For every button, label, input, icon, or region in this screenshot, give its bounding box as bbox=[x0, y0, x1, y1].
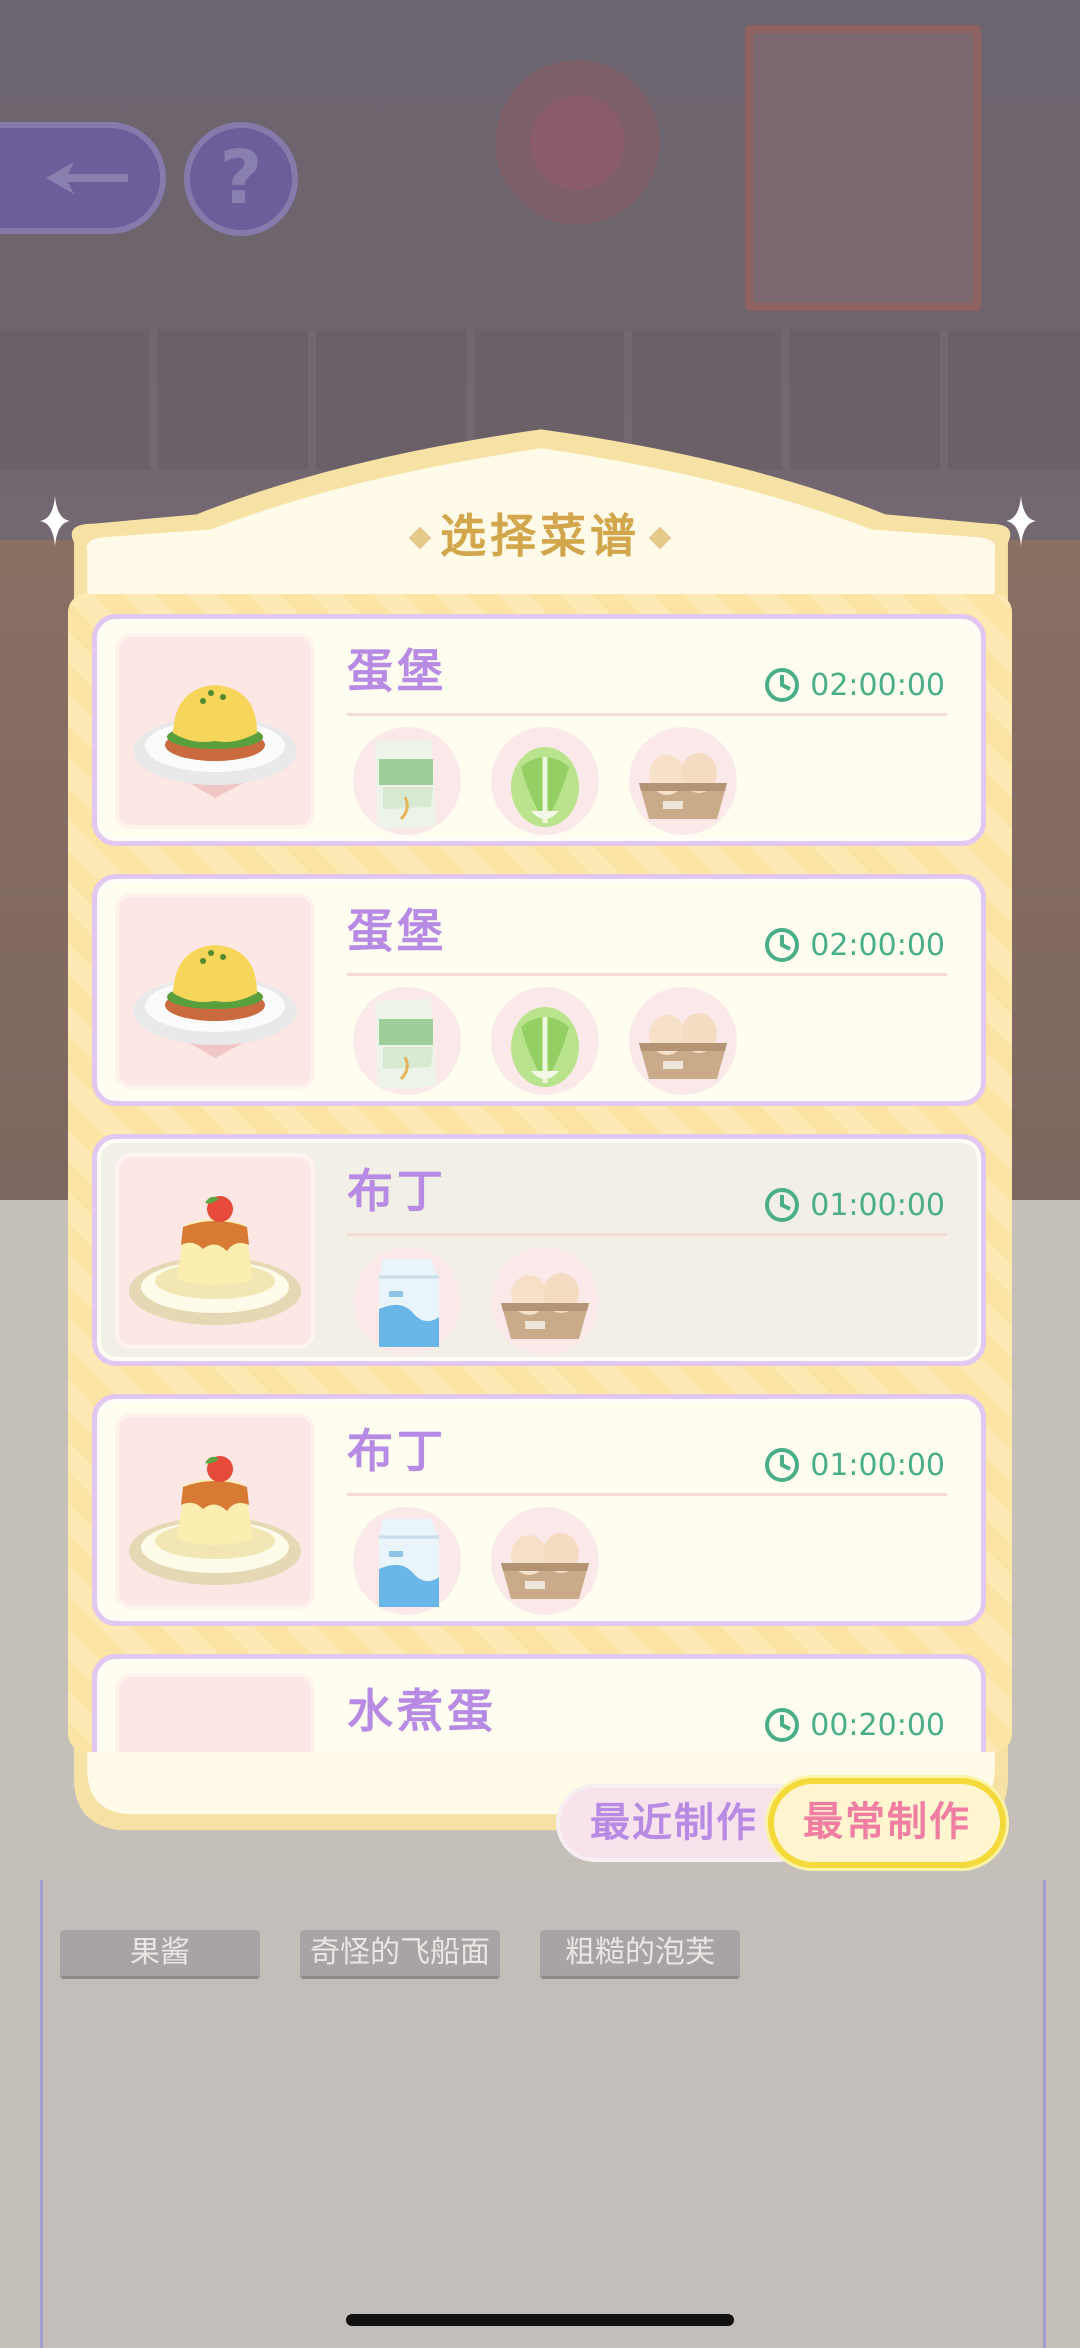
recipe-name: 蛋堡 bbox=[347, 644, 447, 698]
pudding-icon bbox=[115, 1153, 315, 1349]
wall-picture-frame bbox=[745, 25, 981, 311]
cook-time-value: 00:20:00 bbox=[810, 1707, 945, 1743]
home-indicator[interactable] bbox=[346, 2314, 734, 2326]
divider bbox=[347, 973, 947, 976]
recipe-card[interactable]: 布丁 01:00:00 bbox=[92, 1394, 986, 1626]
recipe-name: 布丁 bbox=[347, 1164, 447, 1218]
dialog-title: 选择菜谱 bbox=[440, 509, 640, 563]
cook-time-value: 01:00:00 bbox=[810, 1187, 945, 1223]
background-item-label: 奇怪的飞船面 bbox=[300, 1930, 500, 1979]
flour-icon bbox=[353, 987, 461, 1095]
boiled-egg-icon bbox=[115, 1673, 315, 1752]
clock-icon bbox=[765, 928, 800, 962]
cabbage-icon bbox=[491, 987, 599, 1095]
egg-burger-icon bbox=[115, 893, 315, 1089]
flour-icon bbox=[353, 727, 461, 835]
back-arrow-icon bbox=[46, 162, 128, 194]
recipe-name: 蛋堡 bbox=[347, 904, 447, 958]
cook-time: 00:20:00 bbox=[764, 1705, 945, 1745]
sort-toggle: 最近制作 最常制作 bbox=[556, 1778, 1006, 1868]
eggs-icon bbox=[629, 727, 737, 835]
recipe-card[interactable]: 布丁 01:00:00 bbox=[92, 1134, 986, 1366]
eggs-icon bbox=[629, 987, 737, 1095]
divider bbox=[347, 1233, 947, 1236]
eggs-icon bbox=[491, 1507, 599, 1615]
cook-time-value: 01:00:00 bbox=[810, 1447, 945, 1483]
divider bbox=[347, 713, 947, 716]
clock-icon bbox=[765, 1708, 800, 1742]
recipe-list[interactable]: 蛋堡 02:00:00 蛋堡 02:00:00 布丁 01:00:00 布丁 01:00:00… bbox=[68, 594, 1012, 1752]
pudding-icon bbox=[115, 1413, 315, 1609]
rose-emblem bbox=[495, 60, 660, 225]
help-button[interactable]: ? bbox=[184, 122, 298, 236]
background-item-label: 粗糙的泡芙 bbox=[540, 1930, 740, 1979]
milk-icon bbox=[353, 1507, 461, 1615]
cabbage-icon bbox=[491, 727, 599, 835]
recipe-name: 水煮蛋 bbox=[347, 1684, 497, 1738]
milk-icon bbox=[353, 1247, 461, 1355]
egg-burger-icon bbox=[115, 633, 315, 829]
back-button[interactable] bbox=[0, 122, 166, 234]
recipe-card[interactable]: 蛋堡 02:00:00 bbox=[92, 614, 986, 846]
recipe-card[interactable]: 蛋堡 02:00:00 bbox=[92, 874, 986, 1106]
recipe-card[interactable]: 水煮蛋 00:20:00 bbox=[92, 1654, 986, 1752]
cook-time: 02:00:00 bbox=[764, 665, 945, 705]
recipe-name: 布丁 bbox=[347, 1424, 447, 1478]
divider bbox=[347, 1493, 947, 1496]
cook-time: 02:00:00 bbox=[764, 925, 945, 965]
cook-time-value: 02:00:00 bbox=[810, 667, 945, 703]
cook-time: 01:00:00 bbox=[764, 1185, 945, 1225]
cook-time: 01:00:00 bbox=[764, 1445, 945, 1485]
most-made-tab[interactable]: 最常制作 bbox=[768, 1778, 1006, 1868]
clock-icon bbox=[765, 668, 800, 702]
background-item-label: 果酱 bbox=[60, 1930, 260, 1979]
clock-icon bbox=[765, 1188, 800, 1222]
eggs-icon bbox=[491, 1247, 599, 1355]
clock-icon bbox=[765, 1448, 800, 1482]
cook-time-value: 02:00:00 bbox=[810, 927, 945, 963]
